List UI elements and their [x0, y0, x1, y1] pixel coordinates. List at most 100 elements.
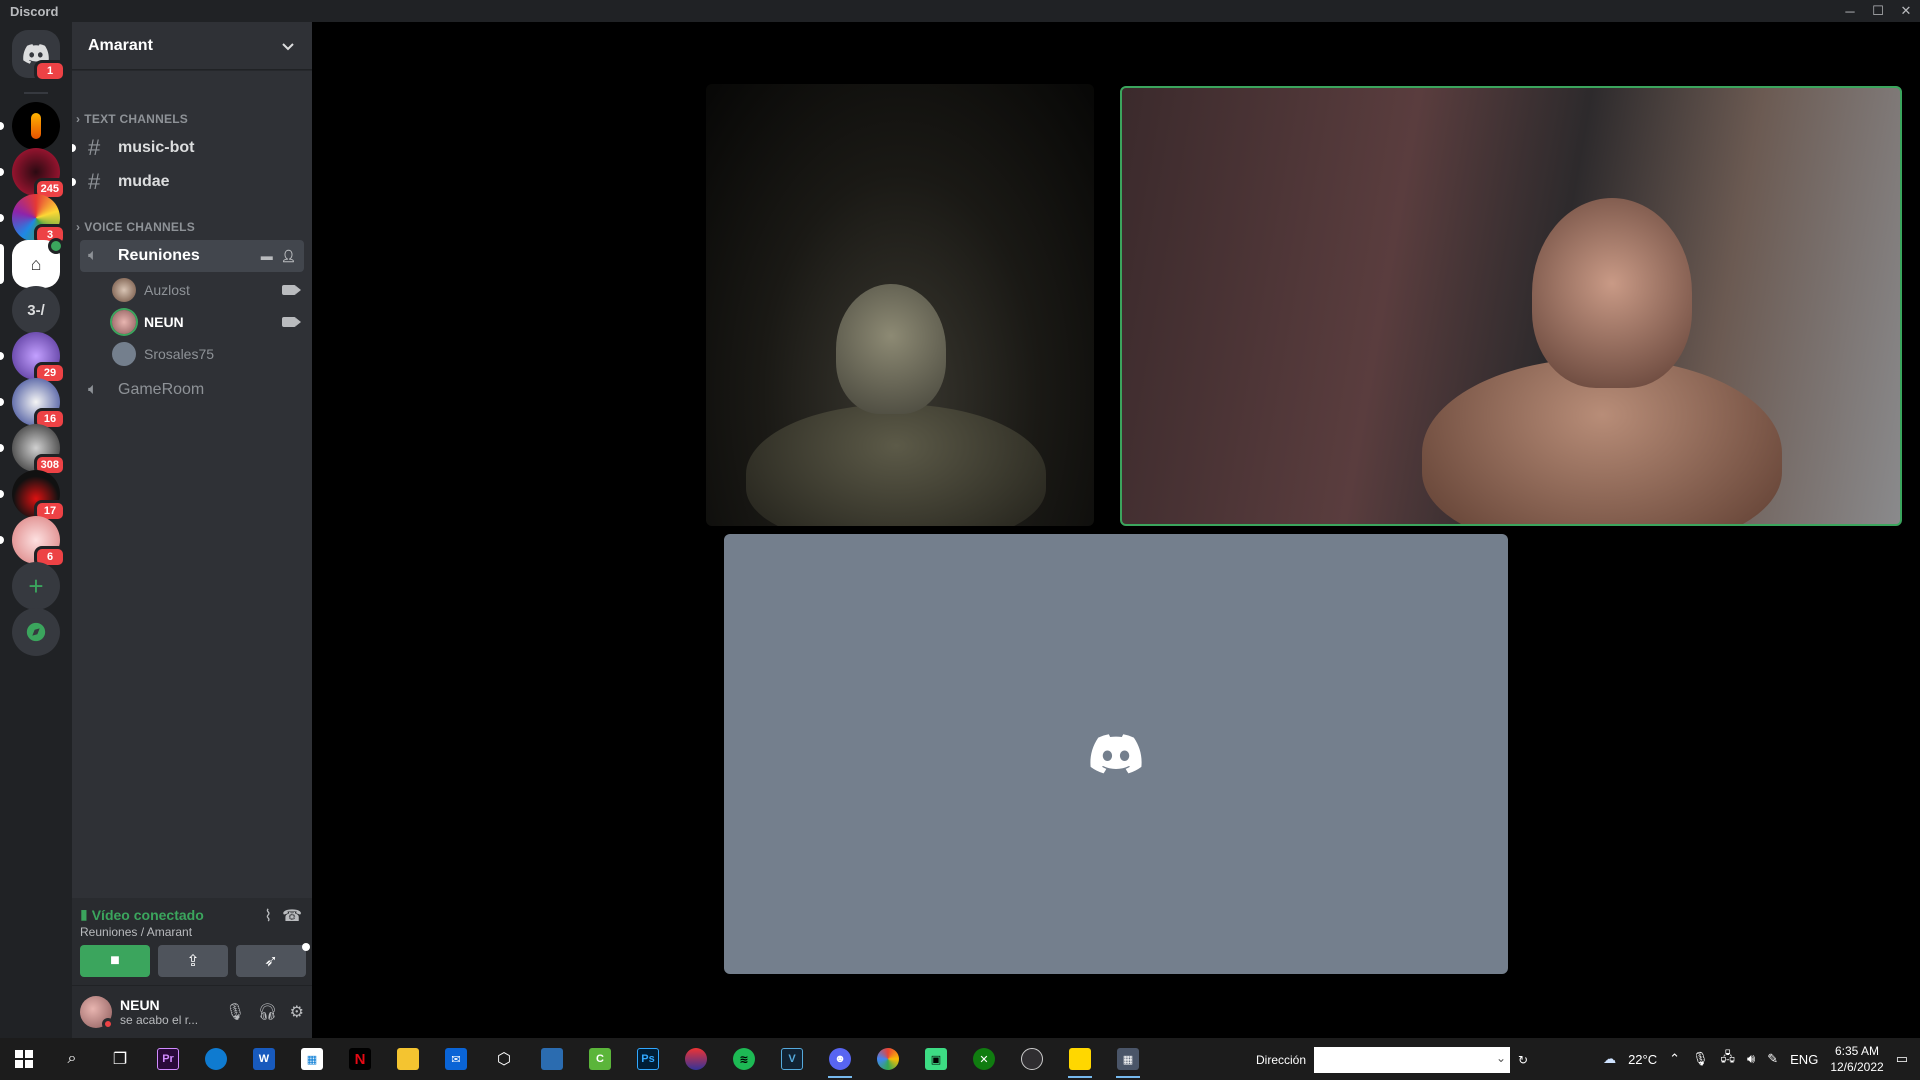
- taskbar-app[interactable]: V: [772, 1039, 812, 1079]
- user-info[interactable]: NEUN se acabo el r...: [120, 997, 198, 1027]
- start-button[interactable]: [4, 1039, 44, 1079]
- folder-icon: [397, 1048, 419, 1070]
- voice-member[interactable]: Srosales75: [112, 340, 304, 368]
- guild-header[interactable]: Amarant: [72, 22, 312, 70]
- taskbar-app[interactable]: Pr: [148, 1039, 188, 1079]
- address-input[interactable]: ⌄: [1314, 1047, 1511, 1073]
- server-icon[interactable]: 17: [0, 470, 66, 522]
- server-label: 3-/: [27, 301, 45, 319]
- explore-servers-button[interactable]: [12, 608, 60, 656]
- channel-name: GameRoom: [118, 381, 205, 398]
- task-view-button[interactable]: ❐: [100, 1039, 140, 1079]
- chat-icon[interactable]: ▬: [261, 249, 273, 263]
- server-icon[interactable]: 245: [0, 148, 66, 200]
- refresh-icon[interactable]: ↻: [1518, 1053, 1528, 1067]
- volume-icon[interactable]: 🔊︎: [1747, 1051, 1755, 1067]
- voice-location[interactable]: Reuniones / Amarant: [80, 925, 304, 939]
- video-icon: [282, 285, 301, 295]
- taskbar-app[interactable]: ▦: [292, 1039, 332, 1079]
- minimize-button[interactable]: ─: [1836, 0, 1864, 22]
- windows-icon: [15, 1050, 33, 1068]
- microphone-icon[interactable]: 🎙︎: [225, 1002, 245, 1022]
- server-icon-active[interactable]: ⌂: [0, 238, 64, 288]
- user-controls: 🎙︎ 🎧︎ ⚙: [225, 1002, 304, 1022]
- chevron-up-icon[interactable]: ⌃: [1669, 1051, 1680, 1067]
- search-button[interactable]: ⌕: [52, 1039, 92, 1079]
- server-icon[interactable]: 3: [0, 194, 66, 246]
- channel-mudae[interactable]: # mudae: [72, 166, 304, 198]
- maximize-button[interactable]: ☐: [1864, 0, 1892, 22]
- server-icon[interactable]: 308: [0, 424, 66, 476]
- taskbar-app[interactable]: ▣: [916, 1039, 956, 1079]
- task-view-icon: ❐: [112, 1051, 128, 1068]
- channel-music-bot[interactable]: # music-bot: [72, 132, 304, 164]
- server-icon[interactable]: 3-/: [12, 286, 60, 334]
- taskbar-app[interactable]: [1060, 1039, 1100, 1079]
- voice-channel-gameroom[interactable]: 🔈︎ GameRoom: [80, 374, 304, 406]
- server-icon[interactable]: [0, 102, 60, 150]
- unread-pip: [72, 178, 76, 186]
- taskbar-app[interactable]: ▦: [1108, 1039, 1148, 1079]
- discord-logo-icon: [1090, 734, 1142, 774]
- taskbar-app[interactable]: Ps: [628, 1039, 668, 1079]
- taskbar-app[interactable]: ✕: [964, 1039, 1004, 1079]
- home-button[interactable]: 1: [12, 30, 66, 82]
- participant-video: [746, 404, 1046, 526]
- windows-taskbar: ⌕ ❐ Pr W ▦ N ✉ ⬡ C Ps ≋ V ☻ ▣ ✕ ▦ Direcc…: [0, 1038, 1920, 1080]
- language-indicator[interactable]: ENG: [1790, 1052, 1818, 1067]
- voice-panel-icons: ⌇ ☎: [264, 906, 302, 926]
- voice-channel-reuniones[interactable]: 🔈︎ Reuniones ▬ 👤︎: [80, 240, 304, 272]
- network-icon[interactable]: 🖧︎: [1721, 1048, 1736, 1070]
- voice-channels-category[interactable]: › VOICE CHANNELS: [72, 220, 195, 234]
- add-server-button[interactable]: +: [12, 562, 60, 610]
- headphones-icon[interactable]: 🎧︎: [257, 1002, 277, 1022]
- clock[interactable]: 6:35 AM 12/6/2022: [1830, 1043, 1883, 1075]
- active-pip: [0, 244, 4, 284]
- gear-icon[interactable]: ⚙: [290, 1002, 304, 1022]
- taskbar-app-discord[interactable]: ☻: [820, 1039, 860, 1079]
- disconnect-icon[interactable]: ☎: [282, 906, 302, 926]
- taskbar-app[interactable]: ≋: [724, 1039, 764, 1079]
- video-tile-no-camera[interactable]: [724, 534, 1508, 974]
- invite-icon[interactable]: 👤︎: [281, 249, 296, 263]
- chevron-down-icon: [282, 42, 294, 50]
- voice-member[interactable]: Auzlost: [112, 276, 304, 304]
- notification-center-icon[interactable]: ▭: [1896, 1051, 1908, 1067]
- voice-indicator-icon: [48, 238, 64, 254]
- temperature[interactable]: 22°C: [1628, 1052, 1657, 1067]
- microphone-icon[interactable]: 🎙︎: [1692, 1051, 1709, 1067]
- server-icon[interactable]: 6: [0, 516, 66, 568]
- avatar: [112, 278, 136, 302]
- taskbar-app[interactable]: N: [340, 1039, 380, 1079]
- pen-icon[interactable]: ✎: [1767, 1051, 1778, 1067]
- channel-actions: ▬ 👤︎: [261, 249, 296, 263]
- taskbar-app[interactable]: [676, 1039, 716, 1079]
- server-icon[interactable]: 29: [0, 332, 66, 384]
- server-logo-icon: ⌂: [30, 253, 42, 274]
- photoshop-icon: Ps: [637, 1048, 659, 1070]
- taskbar-app[interactable]: [868, 1039, 908, 1079]
- system-tray: ☁ 22°C ⌃ 🎙︎ 🖧︎ 🔊︎ ✎ ENG 6:35 AM 12/6/202…: [1603, 1038, 1920, 1080]
- video-tile-speaking[interactable]: [1120, 86, 1902, 526]
- unread-pip: [0, 214, 4, 222]
- camera-button[interactable]: ■: [80, 945, 150, 977]
- voice-connection-panel: ▮ Vídeo conectado Reuniones / Amarant ⌇ …: [72, 898, 312, 986]
- taskbar-app[interactable]: [196, 1039, 236, 1079]
- taskbar-app[interactable]: ⬡: [484, 1039, 524, 1079]
- text-channels-category[interactable]: › TEXT CHANNELS: [72, 112, 188, 126]
- taskbar-app[interactable]: W: [244, 1039, 284, 1079]
- taskbar-app[interactable]: [388, 1039, 428, 1079]
- voice-member[interactable]: NEUN: [112, 308, 304, 336]
- video-tile[interactable]: [706, 84, 1094, 526]
- chevron-down-icon: ⌄: [1495, 1051, 1507, 1065]
- screen-share-button[interactable]: ⇪: [158, 945, 228, 977]
- taskbar-app[interactable]: [1012, 1039, 1052, 1079]
- taskbar-app[interactable]: C: [580, 1039, 620, 1079]
- avatar[interactable]: [80, 996, 114, 1030]
- activities-button[interactable]: ➶: [236, 943, 310, 977]
- taskbar-app[interactable]: ✉: [436, 1039, 476, 1079]
- noise-suppression-icon[interactable]: ⌇: [264, 906, 272, 926]
- taskbar-app[interactable]: [532, 1039, 572, 1079]
- server-icon[interactable]: 16: [0, 378, 66, 430]
- close-button[interactable]: ✕: [1892, 0, 1920, 22]
